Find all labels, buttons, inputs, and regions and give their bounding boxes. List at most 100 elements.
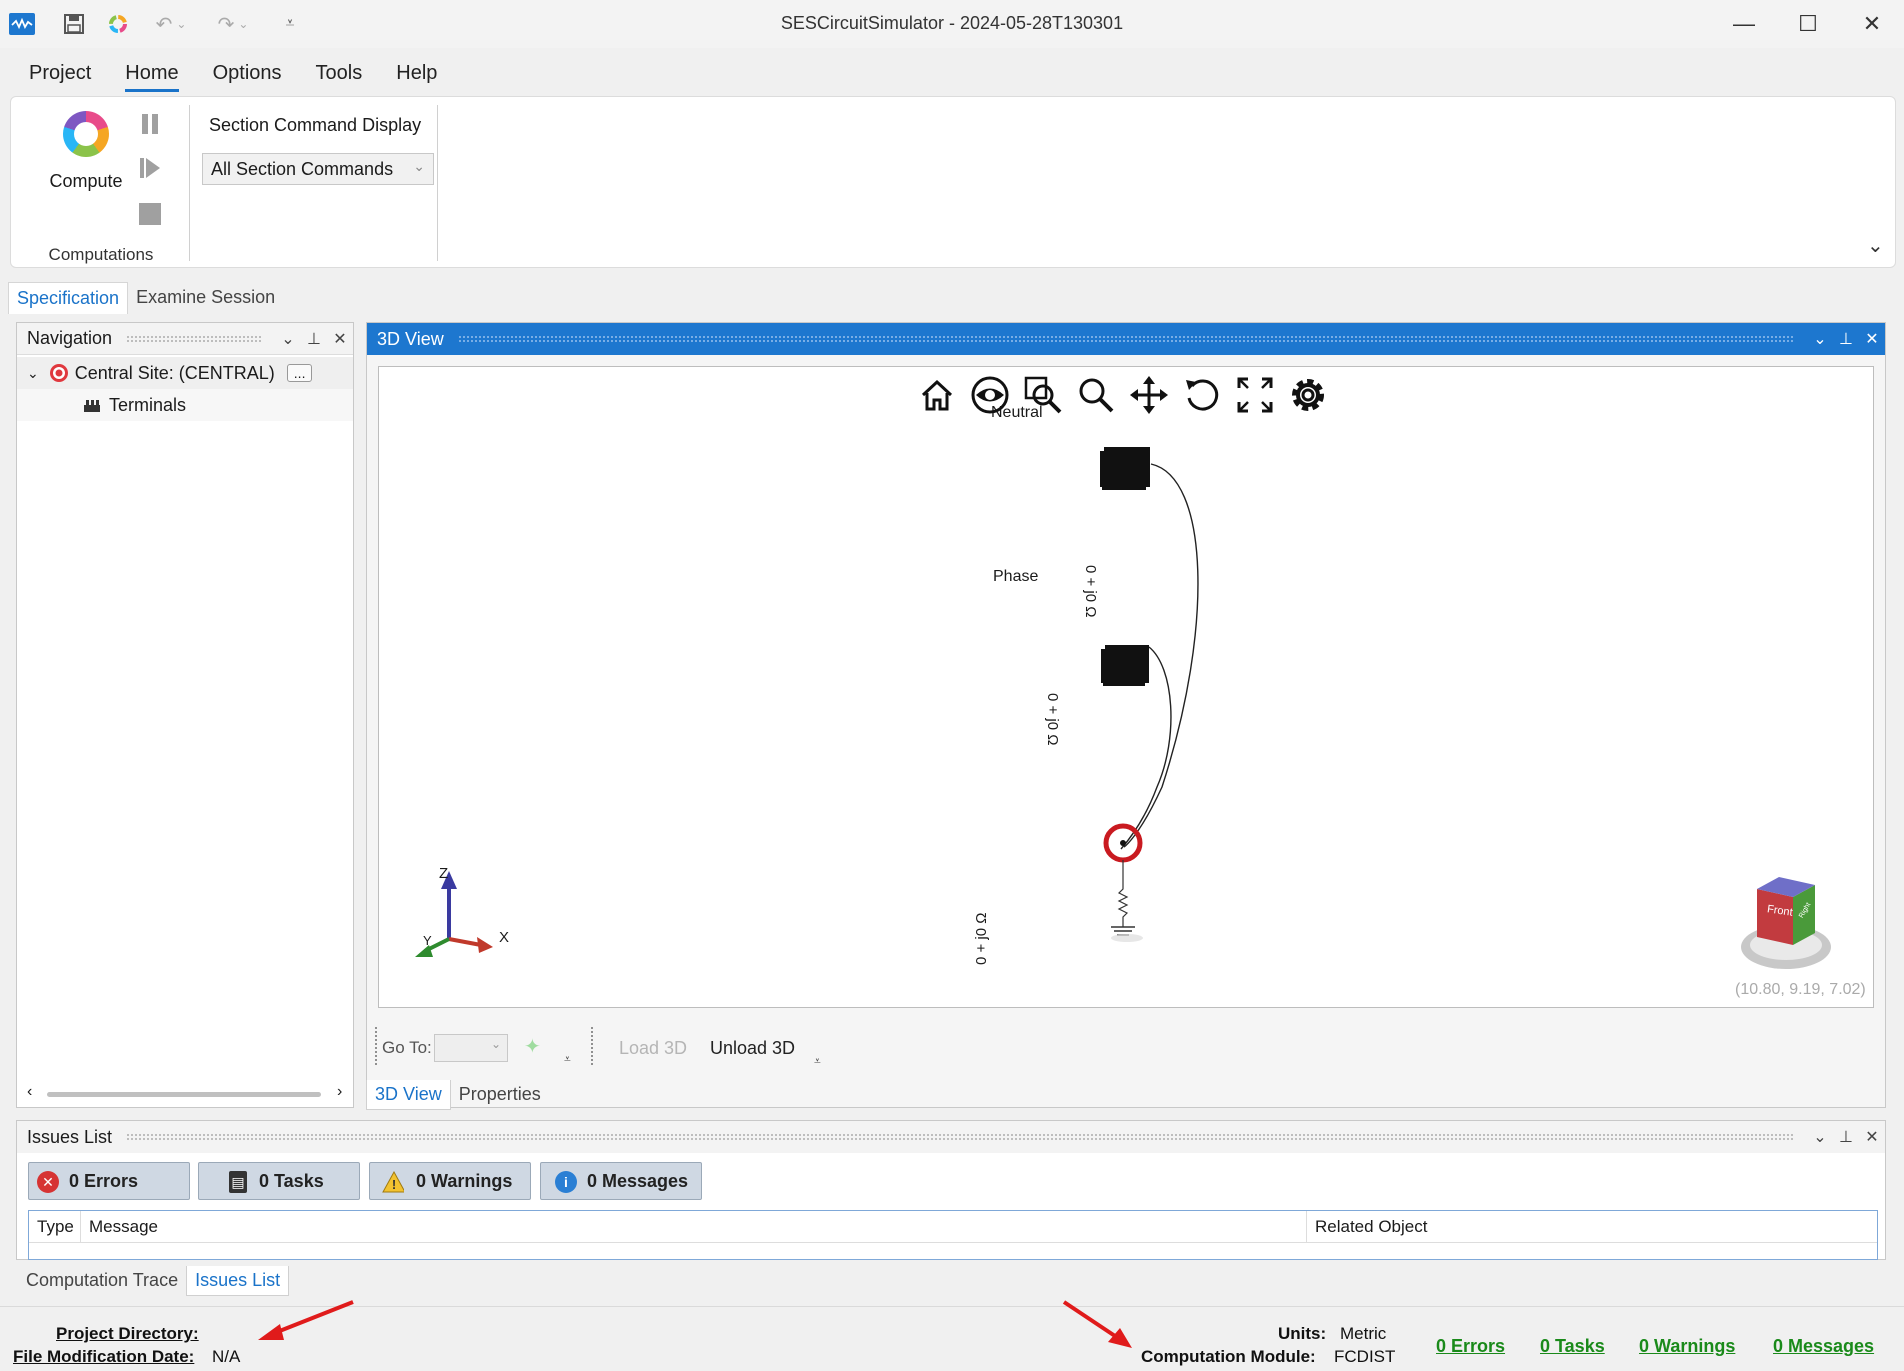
- zoom-icon[interactable]: [1075, 374, 1117, 416]
- navigation-header: Navigation ⌄ ⊥ ✕: [17, 323, 353, 355]
- compute-label: Compute: [49, 171, 123, 191]
- column-type[interactable]: Type: [29, 1211, 81, 1243]
- horizontal-scrollbar[interactable]: ‹ ›: [21, 1083, 349, 1103]
- messages-filter-button[interactable]: i 0 Messages: [540, 1162, 702, 1200]
- ribbon-collapse-icon[interactable]: ⌄: [1867, 233, 1884, 258]
- load-3d-button[interactable]: Load 3D: [619, 1038, 687, 1059]
- scrollbar-thumb[interactable]: [47, 1092, 321, 1097]
- close-window-button[interactable]: ✕: [1840, 0, 1904, 48]
- dropdown-icon[interactable]: ⌄: [1807, 1127, 1833, 1147]
- site-target-icon: [49, 363, 69, 383]
- tab-specification[interactable]: Specification: [8, 282, 129, 314]
- neutral-node-block[interactable]: [1100, 447, 1150, 490]
- minimize-button[interactable]: —: [1712, 0, 1776, 48]
- dropdown-icon[interactable]: ⌄: [275, 329, 301, 349]
- expand-chevron-icon[interactable]: ⌄: [27, 365, 39, 382]
- status-warnings-link[interactable]: 0 Warnings: [1639, 1336, 1735, 1357]
- tab-computation-trace[interactable]: Computation Trace: [18, 1266, 186, 1296]
- issues-header: Issues List ⌄ ⊥ ✕: [17, 1121, 1885, 1153]
- close-icon[interactable]: ✕: [1859, 329, 1885, 349]
- status-tasks-link[interactable]: 0 Tasks: [1540, 1336, 1605, 1357]
- close-icon[interactable]: ✕: [1859, 1127, 1885, 1147]
- tree-item-terminals[interactable]: Terminals: [17, 389, 353, 421]
- menu-tools[interactable]: Tools: [299, 54, 380, 94]
- stop-icon[interactable]: [137, 201, 163, 227]
- status-messages-link[interactable]: 0 Messages: [1773, 1336, 1874, 1357]
- svg-text:!: !: [392, 1177, 396, 1192]
- navigation-title: Navigation: [27, 328, 113, 348]
- view3d-title: 3D View: [377, 328, 444, 349]
- drag-grip[interactable]: [126, 1133, 1793, 1141]
- drag-grip[interactable]: [126, 334, 261, 343]
- view-cube[interactable]: [1741, 877, 1831, 969]
- pause-icon[interactable]: [137, 111, 163, 137]
- warnings-filter-label: 0 Warnings: [416, 1170, 513, 1191]
- toolbar-overflow-icon[interactable]: ⩡: [814, 1054, 821, 1069]
- settings-gear-icon[interactable]: [1287, 374, 1329, 416]
- menu-home[interactable]: Home: [108, 54, 195, 94]
- toolbar-grip[interactable]: [590, 1026, 594, 1066]
- scroll-left-icon[interactable]: ‹: [27, 1083, 32, 1101]
- compute-button[interactable]: Compute: [31, 107, 141, 207]
- status-errors-link[interactable]: 0 Errors: [1436, 1336, 1505, 1357]
- home-view-icon[interactable]: [916, 374, 958, 416]
- zoom-window-icon[interactable]: [1022, 374, 1064, 416]
- goto-toolbar: Go To: ⌄ ✦ ⩡: [372, 1022, 582, 1072]
- menu-bar: Project Home Options Tools Help: [0, 54, 1904, 94]
- tasks-filter-label: 0 Tasks: [259, 1170, 324, 1191]
- view3d-viewport[interactable]: Neutral Phase 0 + j0 Ω 0 + j0 Ω 0 + j0 Ω…: [378, 366, 1874, 1008]
- goto-label: Go To:: [382, 1038, 432, 1057]
- camera-coordinates: (10.80, 9.19, 7.02): [1735, 981, 1866, 998]
- menu-options[interactable]: Options: [196, 54, 299, 94]
- scroll-right-icon[interactable]: ›: [337, 1083, 342, 1101]
- errors-filter-button[interactable]: ✕ 0 Errors: [28, 1162, 190, 1200]
- tree-item-central-site[interactable]: ⌄ Central Site: (CENTRAL) ...: [17, 357, 353, 389]
- annotation-arrow-left: [258, 1300, 354, 1340]
- central-site-marker[interactable]: [1103, 823, 1143, 863]
- ribbon: Compute Computations Section Command Dis…: [10, 96, 1896, 268]
- section-command-select[interactable]: All Section Commands ⌄: [202, 153, 434, 185]
- goto-select[interactable]: ⌄: [434, 1034, 508, 1062]
- pin-icon[interactable]: ⊥: [1833, 329, 1859, 349]
- issues-bottom-tabs: Computation Trace Issues List: [18, 1266, 290, 1296]
- maximize-button[interactable]: ☐: [1776, 0, 1840, 48]
- drag-grip[interactable]: [457, 335, 1793, 343]
- go-runner-icon[interactable]: ✦: [524, 1034, 541, 1059]
- close-icon[interactable]: ✕: [327, 329, 353, 349]
- toolbar-overflow-icon[interactable]: ⩡: [564, 1052, 571, 1067]
- phase-node-block[interactable]: [1101, 645, 1149, 686]
- x-axis-label: X: [499, 929, 510, 946]
- step-icon[interactable]: [137, 155, 163, 181]
- chevron-down-icon: ⌄: [413, 158, 425, 174]
- scene-svg: [415, 447, 1831, 969]
- file-modification-label: File Modification Date:: [13, 1347, 195, 1366]
- issues-table: Type Message Related Object: [28, 1210, 1878, 1260]
- menu-help[interactable]: Help: [379, 54, 454, 94]
- site-more-button[interactable]: ...: [286, 364, 313, 382]
- units-label: Units:: [1278, 1324, 1327, 1343]
- pin-icon[interactable]: ⊥: [301, 329, 327, 349]
- chevron-down-icon: ⌄: [490, 1037, 501, 1051]
- info-icon: i: [555, 1171, 577, 1193]
- view3d-bottom-tabs: 3D View Properties: [366, 1080, 549, 1110]
- fit-all-icon[interactable]: [1234, 374, 1276, 416]
- rotate-icon[interactable]: [1181, 374, 1223, 416]
- pan-icon[interactable]: [1128, 374, 1170, 416]
- neutral-impedance-label: 0 + j0 Ω: [1082, 565, 1099, 618]
- pin-icon[interactable]: ⊥: [1833, 1127, 1859, 1147]
- column-related-object[interactable]: Related Object: [1307, 1211, 1877, 1243]
- column-message[interactable]: Message: [81, 1211, 1307, 1243]
- eye-view-icon[interactable]: [969, 374, 1011, 416]
- tasks-filter-button[interactable]: ▤ 0 Tasks: [198, 1162, 360, 1200]
- file-modification-value: N/A: [212, 1347, 241, 1366]
- compute-icon: [63, 111, 109, 157]
- unload-3d-button[interactable]: Unload 3D: [710, 1038, 795, 1059]
- toolbar-grip[interactable]: [374, 1026, 378, 1066]
- dropdown-icon[interactable]: ⌄: [1807, 329, 1833, 349]
- tab-issues-list[interactable]: Issues List: [186, 1266, 290, 1296]
- menu-project[interactable]: Project: [12, 54, 108, 94]
- tab-3d-view[interactable]: 3D View: [366, 1080, 451, 1110]
- tab-examine-session[interactable]: Examine Session: [128, 282, 283, 314]
- tab-properties[interactable]: Properties: [451, 1080, 549, 1110]
- warnings-filter-button[interactable]: ! 0 Warnings: [369, 1162, 531, 1200]
